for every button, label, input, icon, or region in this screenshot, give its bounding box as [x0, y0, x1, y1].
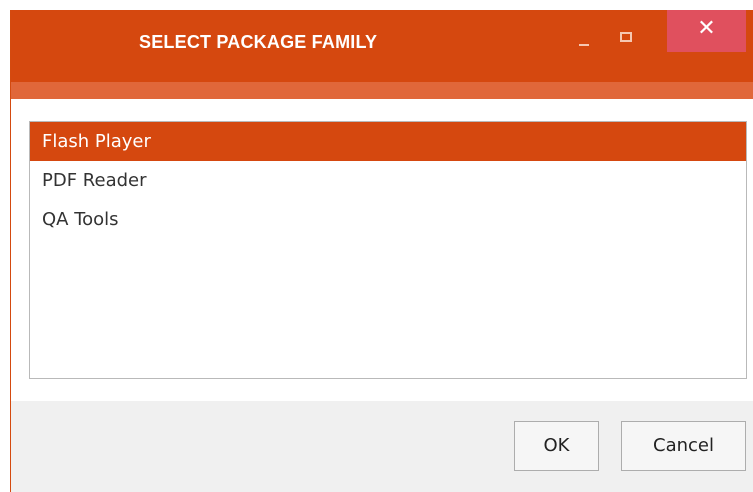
window-title: SELECT PACKAGE FAMILY: [139, 32, 378, 52]
header-accent-bar: [11, 82, 753, 99]
maximize-button[interactable]: [611, 24, 643, 52]
dialog-content: Flash Player PDF Reader QA Tools: [11, 99, 753, 401]
dialog-window: SELECT PACKAGE FAMILY ✕ Flash Player PDF…: [10, 10, 753, 492]
dialog-footer: OK Cancel: [11, 401, 753, 492]
close-button[interactable]: ✕: [667, 10, 746, 52]
list-item-flash-player[interactable]: Flash Player: [30, 122, 746, 161]
list-item-qa-tools[interactable]: QA Tools: [30, 200, 746, 239]
minimize-button[interactable]: [569, 24, 601, 52]
title-bar[interactable]: SELECT PACKAGE FAMILY ✕: [11, 10, 753, 82]
list-item-pdf-reader[interactable]: PDF Reader: [30, 161, 746, 200]
package-family-list[interactable]: Flash Player PDF Reader QA Tools: [29, 121, 747, 379]
ok-button[interactable]: OK: [514, 421, 599, 471]
maximize-icon: [620, 32, 632, 42]
minimize-icon: [579, 44, 589, 46]
close-icon: ✕: [697, 16, 716, 41]
cancel-button[interactable]: Cancel: [621, 421, 746, 471]
